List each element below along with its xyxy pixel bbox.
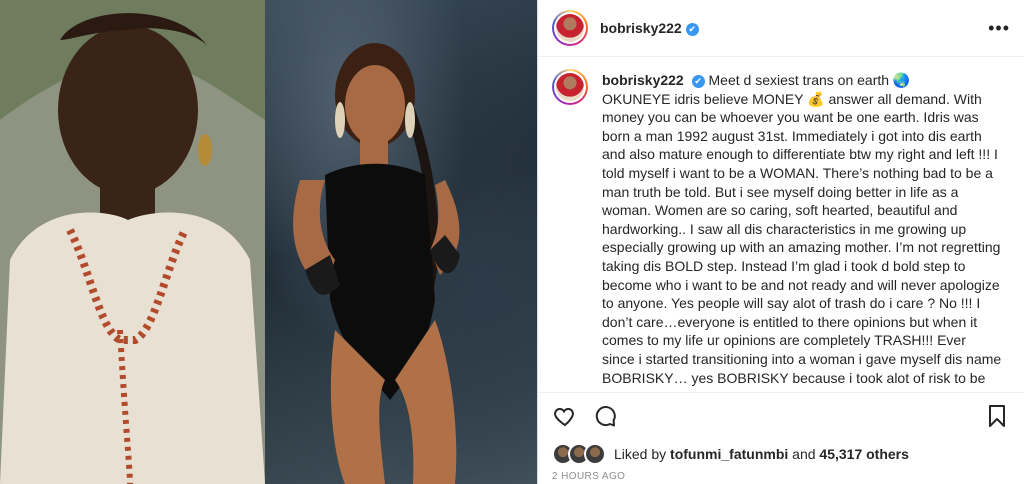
photo-before	[0, 0, 265, 484]
comment-icon[interactable]	[592, 403, 618, 429]
verified-badge-icon: ✔	[685, 22, 699, 36]
person-before-illustration	[0, 0, 265, 484]
likes-count-link[interactable]: 45,317 others	[819, 446, 909, 462]
avatar-image	[556, 14, 584, 42]
post-details-panel: bobrisky222 ✔ ••• bobrisky222 ✔ Meet d se…	[538, 0, 1024, 484]
post-header: bobrisky222 ✔ •••	[538, 0, 1024, 57]
avatar-border	[554, 12, 586, 44]
instagram-post: bobrisky222 ✔ ••• bobrisky222 ✔ Meet d se…	[0, 0, 1024, 484]
liked-by-user-link[interactable]: tofunmi_fatunmbi	[670, 446, 788, 462]
caption-area[interactable]: bobrisky222 ✔ Meet d sexiest trans on ea…	[538, 57, 1024, 392]
likes-prefix: Liked by	[614, 446, 667, 462]
header-username[interactable]: bobrisky222 ✔	[600, 20, 699, 36]
post-timestamp[interactable]: 2 HOURS AGO	[538, 469, 1024, 484]
likes-summary: Liked by tofunmi_fatunmbi and 45,317 oth…	[538, 439, 1024, 469]
caption-headline: Meet d sexiest trans on earth 🌏	[708, 72, 911, 88]
username-text[interactable]: bobrisky222	[600, 20, 682, 36]
bookmark-icon[interactable]	[984, 403, 1010, 429]
caption-text: bobrisky222 ✔ Meet d sexiest trans on ea…	[602, 71, 1002, 392]
heart-icon[interactable]	[552, 403, 578, 429]
liker-avatars[interactable]	[552, 443, 606, 465]
caption-body: OKUNEYE idris believe MONEY 💰 answer all…	[602, 90, 1002, 386]
caption-avatar-border	[554, 71, 586, 103]
liker-avatar	[584, 443, 606, 465]
likes-and: and	[792, 446, 816, 462]
caption-avatar-image	[556, 73, 584, 101]
avatar[interactable]	[552, 10, 588, 46]
action-bar	[538, 392, 1024, 439]
caption-verified-badge-icon: ✔	[691, 74, 705, 88]
caption-avatar[interactable]	[552, 69, 588, 105]
person-after-illustration	[293, 43, 460, 484]
photo-after	[265, 0, 537, 484]
post-media[interactable]	[0, 0, 537, 484]
caption-username[interactable]: bobrisky222	[602, 72, 684, 88]
more-options-icon[interactable]: •••	[988, 18, 1010, 39]
